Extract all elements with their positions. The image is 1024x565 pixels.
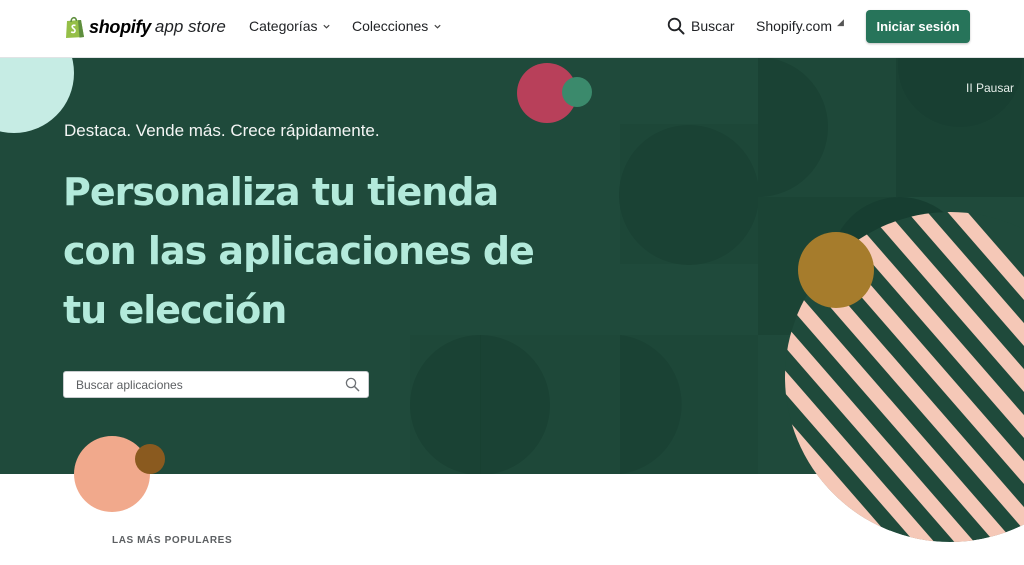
shopify-app-store-logo[interactable]: shopify app store bbox=[64, 13, 226, 41]
nav-collections-label: Colecciones bbox=[352, 18, 429, 34]
popular-section-heading: LAS MÁS POPULARES bbox=[112, 535, 233, 546]
shopify-bag-icon bbox=[66, 16, 84, 38]
nav-categories-dropdown[interactable]: Categorías bbox=[249, 18, 331, 34]
logo-subtitle: app store bbox=[154, 17, 226, 36]
hero-tagline: Destaca. Vende más. Crece rápidamente. bbox=[64, 121, 380, 140]
pause-carousel-button[interactable]: II Pausar bbox=[966, 81, 1014, 95]
search-icon bbox=[667, 17, 685, 35]
chevron-down-icon bbox=[323, 24, 331, 29]
app-search-input[interactable] bbox=[64, 372, 346, 397]
app-search-box[interactable] bbox=[63, 371, 369, 398]
nav-collections-dropdown[interactable]: Colecciones bbox=[352, 18, 442, 34]
login-button[interactable]: Iniciar sesión bbox=[866, 10, 970, 43]
logo-wordmark: shopify bbox=[89, 16, 151, 37]
chevron-down-icon bbox=[434, 24, 441, 29]
nav-categories-label: Categorías bbox=[249, 18, 318, 34]
external-link-icon: ◢ bbox=[837, 16, 844, 27]
nav-search-button[interactable]: Buscar bbox=[667, 17, 735, 35]
nav-shopify-com-label: Shopify.com bbox=[756, 18, 832, 34]
nav-shopify-com-link[interactable]: Shopify.com ◢ bbox=[756, 16, 844, 35]
hero-banner: II Pausar Destaca. Vende más. Crece rápi… bbox=[0, 57, 1024, 474]
top-navigation: shopify app store Categorías Colecciones… bbox=[0, 0, 1024, 58]
nav-search-label: Buscar bbox=[691, 18, 735, 34]
search-icon[interactable] bbox=[345, 377, 360, 392]
hero-headline: Personaliza tu tienda con las aplicacion… bbox=[63, 170, 535, 332]
